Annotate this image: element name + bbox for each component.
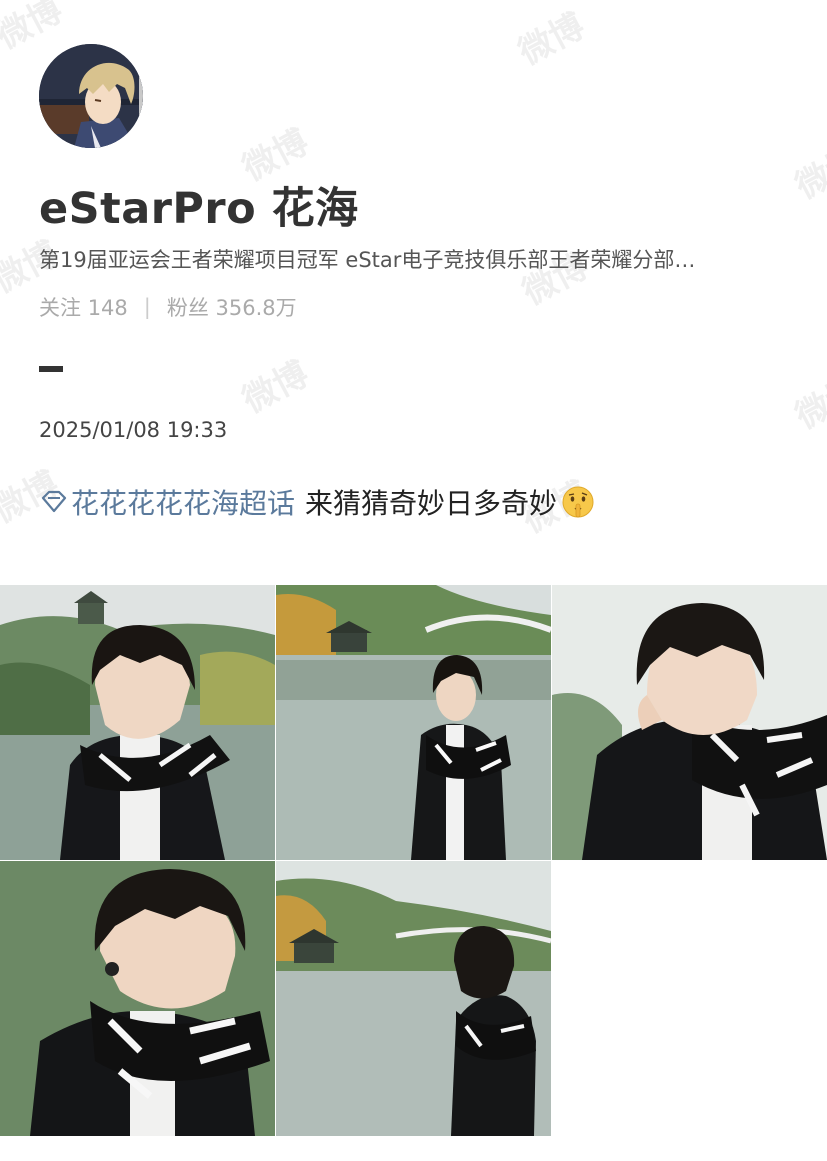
watermark: 微博: [236, 353, 316, 422]
watermark: 微博: [789, 139, 827, 208]
watermark: 微博: [512, 5, 592, 74]
supertopic-link[interactable]: 花花花花花海超话: [39, 482, 295, 522]
post-photo-4[interactable]: [0, 861, 275, 1136]
following-label: 关注: [39, 296, 81, 320]
post-photo-3[interactable]: [552, 585, 827, 860]
followers-count: 356.8万: [215, 296, 297, 320]
profile-bio: 第19届亚运会王者荣耀项目冠军 eStar电子竞技俱乐部王者荣耀分部…: [39, 248, 696, 272]
stats-divider: |: [143, 295, 151, 319]
post-timestamp: 2025/01/08 19:33: [39, 418, 228, 442]
post-photo-2[interactable]: [276, 585, 551, 860]
section-divider: [39, 366, 63, 372]
following-count: 148: [87, 296, 128, 320]
supertopic-diamond-icon: [39, 488, 69, 516]
shush-thinking-emoji-icon: [561, 485, 595, 519]
post-photo-1[interactable]: [0, 585, 275, 860]
profile-name[interactable]: eStarPro 花海: [39, 174, 359, 236]
avatar[interactable]: [39, 44, 143, 148]
followers-label: 粉丝: [166, 296, 209, 320]
following-stat[interactable]: 关注 148: [39, 292, 128, 322]
watermark: 微博: [789, 369, 827, 438]
post-photo-5[interactable]: [276, 861, 551, 1136]
post-content: 花花花花花海超话 来猜猜奇妙日多奇妙: [39, 482, 595, 522]
followers-stat[interactable]: 粉丝 356.8万: [167, 292, 297, 322]
post-text: 来猜猜奇妙日多奇妙: [305, 487, 558, 520]
supertopic-label: 花花花花花海超话: [71, 487, 296, 520]
profile-stats: 关注 148 | 粉丝 356.8万: [39, 292, 297, 322]
watermark: 微博: [0, 0, 70, 58]
